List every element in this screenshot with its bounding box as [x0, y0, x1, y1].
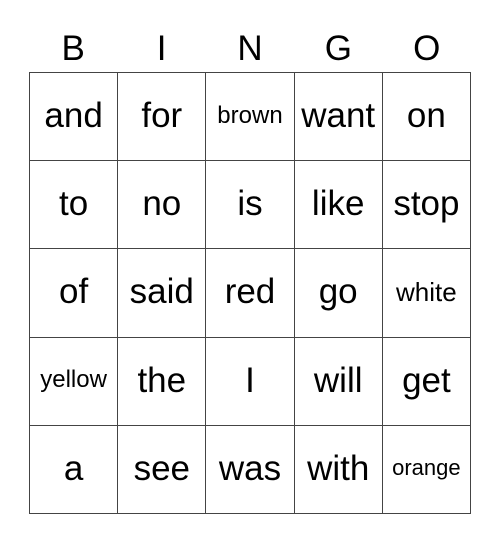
header-letter-b: B — [61, 29, 85, 68]
bingo-cell[interactable]: will — [294, 337, 383, 426]
bingo-cell[interactable]: white — [382, 249, 471, 338]
bingo-cell[interactable]: said — [118, 249, 207, 338]
bingo-cell[interactable]: no — [118, 161, 207, 250]
bingo-cell[interactable]: get — [382, 337, 471, 426]
bingo-cell[interactable]: yellow — [30, 337, 119, 426]
bingo-cell[interactable]: for — [118, 73, 207, 162]
bingo-cell[interactable]: brown — [206, 73, 295, 162]
bingo-cell[interactable]: is — [206, 161, 295, 250]
bingo-cell[interactable]: of — [30, 249, 119, 338]
bingo-cell[interactable]: want — [294, 73, 383, 162]
header-letter-o: O — [413, 29, 441, 68]
bingo-header: B I N G O — [29, 28, 471, 70]
bingo-cell[interactable]: like — [294, 161, 383, 250]
bingo-cell[interactable]: was — [206, 425, 295, 514]
bingo-cell[interactable]: a — [30, 425, 119, 514]
bingo-cell[interactable]: see — [118, 425, 207, 514]
bingo-cell[interactable]: red — [206, 249, 295, 338]
bingo-cell[interactable]: and — [30, 73, 119, 162]
bingo-cell[interactable]: with — [294, 425, 383, 514]
header-letter-i: I — [156, 29, 167, 68]
bingo-cell[interactable]: stop — [382, 161, 471, 250]
header-letter-g: G — [324, 29, 352, 68]
bingo-board: and for brown want on to no is like stop… — [29, 72, 471, 514]
bingo-cell[interactable]: on — [382, 73, 471, 162]
bingo-cell[interactable]: I — [206, 337, 295, 426]
bingo-cell[interactable]: the — [118, 337, 207, 426]
bingo-cell[interactable]: orange — [382, 425, 471, 514]
header-letter-n: N — [237, 29, 263, 68]
bingo-cell[interactable]: go — [294, 249, 383, 338]
bingo-cell[interactable]: to — [30, 161, 119, 250]
